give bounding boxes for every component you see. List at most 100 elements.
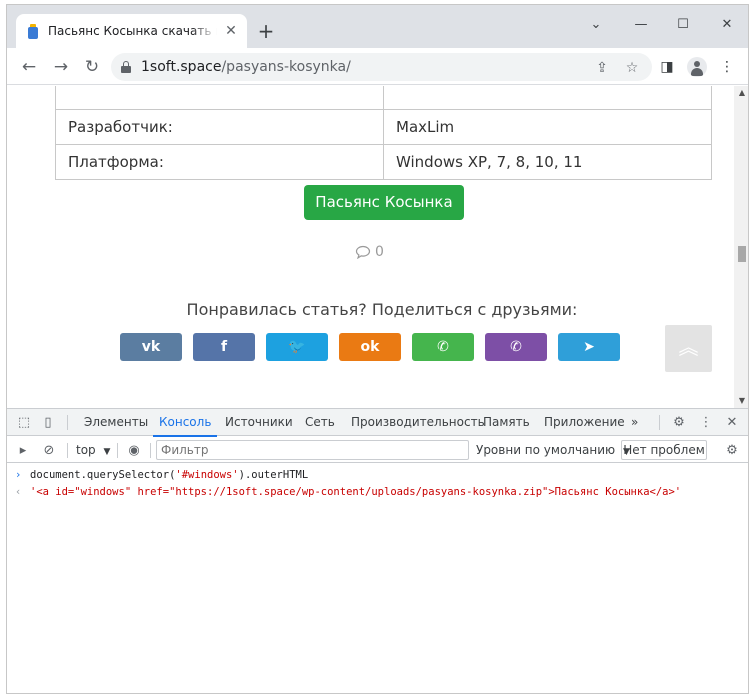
facebook-icon: f [220, 339, 228, 355]
console-code-post: ).outerHTML [238, 469, 309, 481]
info-table: Разработчик: MaxLim Платформа: Windows X… [55, 86, 712, 180]
tab-sources[interactable]: Источники [225, 409, 293, 436]
tab-strip: Пасьянс Косынка скачать игру бесплатно ✕… [7, 5, 748, 48]
double-chevron-up-icon: ︽ [678, 335, 699, 359]
minimize-button[interactable]: — [627, 15, 655, 35]
clear-console-icon[interactable]: ⊘ [40, 437, 58, 464]
result-arrow-icon: ‹ [15, 486, 22, 498]
telegram-icon: ➤ [583, 339, 595, 355]
page-viewport: Разработчик: MaxLim Платформа: Windows X… [7, 86, 734, 408]
console-filter-input[interactable] [156, 440, 469, 460]
share-odnoklassniki-button[interactable]: ok [339, 333, 401, 361]
scroll-up-arrow-icon[interactable]: ▲ [734, 86, 748, 100]
inspect-element-icon[interactable]: ⬚ [15, 409, 33, 436]
tab-application[interactable]: Приложение [544, 409, 625, 436]
table-label: Разработчик: [55, 109, 384, 145]
tab-network[interactable]: Сеть [305, 409, 335, 436]
url-host: 1soft.space [141, 59, 222, 75]
toolbar-divider [67, 443, 68, 458]
table-value: MaxLim [383, 109, 712, 145]
scroll-down-arrow-icon[interactable]: ▼ [734, 394, 748, 408]
tab-close-icon[interactable]: ✕ [223, 23, 239, 39]
share-telegram-button[interactable]: ➤ [558, 333, 620, 361]
new-tab-button[interactable]: + [254, 19, 278, 43]
share-facebook-button[interactable]: f [193, 333, 255, 361]
log-levels-dropdown[interactable]: Уровни по умолчанию ▼ [476, 437, 630, 463]
site-favicon-icon [27, 23, 39, 39]
maximize-button[interactable]: ☐ [669, 15, 697, 35]
odnoklassniki-icon: ok [360, 339, 380, 355]
close-window-button[interactable]: ✕ [713, 15, 741, 35]
browser-tab[interactable]: Пасьянс Косынка скачать игру бесплатно ✕ [16, 14, 247, 48]
twitter-icon: 🐦 [288, 339, 306, 355]
reload-button[interactable]: ↻ [80, 55, 104, 79]
profile-avatar[interactable] [687, 57, 707, 77]
scrollbar-thumb[interactable] [738, 246, 746, 262]
console-settings-gear-icon[interactable]: ⚙ [723, 437, 741, 464]
browser-toolbar: ← → ↻ 1soft.space/pasyans-kosynka/ ⇪ ☆ ◨… [7, 48, 748, 85]
devtools-tab-bar: ⬚ ▯ Элементы Консоль Источники Сеть Прои… [7, 409, 748, 437]
download-button[interactable]: Пасьянс Косынка [304, 185, 464, 220]
tab-performance[interactable]: Производительность [351, 409, 485, 436]
comments-count: 0 [375, 244, 384, 260]
live-expression-eye-icon[interactable]: ◉ [125, 437, 143, 464]
issues-button[interactable]: Нет проблем [621, 440, 707, 460]
forward-button[interactable]: → [49, 55, 73, 79]
share-title: Понравилась статья? Поделиться с друзьям… [186, 300, 578, 319]
console-result-line[interactable]: ‹ '<a id="windows" href="https://1soft.sp… [15, 486, 681, 498]
context-selector[interactable]: top ▼ [76, 437, 110, 463]
browser-window: Пасьянс Косынка скачать игру бесплатно ✕… [6, 4, 749, 694]
back-button[interactable]: ← [17, 55, 41, 79]
table-row: Платформа: Windows XP, 7, 8, 10, 11 [55, 144, 712, 180]
vk-icon: vk [141, 339, 161, 355]
page-scrollbar[interactable]: ▲ ▼ [734, 86, 748, 408]
tab-elements[interactable]: Элементы [84, 409, 148, 436]
toolbar-divider [150, 443, 151, 458]
console-input-line[interactable]: › document.querySelector('#windows').oute… [15, 469, 308, 481]
tab-memory[interactable]: Память [483, 409, 530, 436]
console-code-pre: document.querySelector( [30, 469, 176, 481]
share-vk-button[interactable]: vk [120, 333, 182, 361]
comment-bubble-icon [355, 245, 371, 259]
scroll-to-top-button[interactable]: ︽ [665, 325, 712, 372]
table-value: Windows XP, 7, 8, 10, 11 [383, 144, 712, 180]
close-devtools-icon[interactable]: ✕ [723, 409, 741, 436]
toolbar-divider [67, 415, 68, 430]
url-path: /pasyans-kosynka/ [221, 59, 351, 75]
more-tabs-icon[interactable]: » [631, 409, 638, 436]
comments-link[interactable]: 0 [355, 244, 384, 260]
share-whatsapp-button[interactable]: ✆ [412, 333, 474, 361]
table-row: Разработчик: MaxLim [55, 109, 712, 145]
table-cell [383, 86, 712, 110]
table-label: Платформа: [55, 144, 384, 180]
console-result-text: '<a id="windows" href="https://1soft.spa… [30, 486, 682, 498]
table-row [55, 86, 712, 110]
chevron-down-icon: ▼ [103, 447, 111, 457]
sidebar-toggle-icon[interactable]: ▸ [14, 437, 32, 464]
log-levels-label: Уровни по умолчанию [476, 443, 616, 457]
table-cell [55, 86, 384, 110]
lock-icon[interactable] [121, 61, 131, 73]
address-url: 1soft.space/pasyans-kosynka/ [141, 59, 351, 75]
settings-gear-icon[interactable]: ⚙ [670, 409, 688, 436]
device-toolbar-icon[interactable]: ▯ [39, 409, 57, 436]
toolbar-divider [117, 443, 118, 458]
browser-menu-icon[interactable]: ⋮ [717, 57, 737, 77]
viber-icon: ✆ [510, 339, 522, 355]
tab-search-button[interactable]: ⌄ [582, 15, 610, 35]
tab-title: Пасьянс Косынка скачать игру бесплатно [48, 24, 217, 38]
tab-console[interactable]: Консоль [152, 409, 218, 437]
share-viber-button[interactable]: ✆ [485, 333, 547, 361]
context-label: top [76, 443, 96, 457]
share-twitter-button[interactable]: 🐦 [266, 333, 328, 361]
console-code-string: '#windows' [175, 469, 239, 481]
prompt-chevron-icon: › [15, 469, 22, 481]
share-icon[interactable]: ⇪ [593, 59, 611, 77]
address-bar[interactable]: 1soft.space/pasyans-kosynka/ ⇪ ☆ [111, 53, 652, 81]
bookmark-star-icon[interactable]: ☆ [623, 59, 641, 77]
side-panel-icon[interactable]: ◨ [657, 57, 677, 77]
whatsapp-icon: ✆ [437, 339, 449, 355]
console-filter-bar: ▸ ⊘ top ▼ ◉ Уровни по умолчанию ▼ Нет пр… [7, 437, 748, 464]
toolbar-divider [659, 415, 660, 430]
devtools-menu-icon[interactable]: ⋮ [697, 409, 715, 436]
